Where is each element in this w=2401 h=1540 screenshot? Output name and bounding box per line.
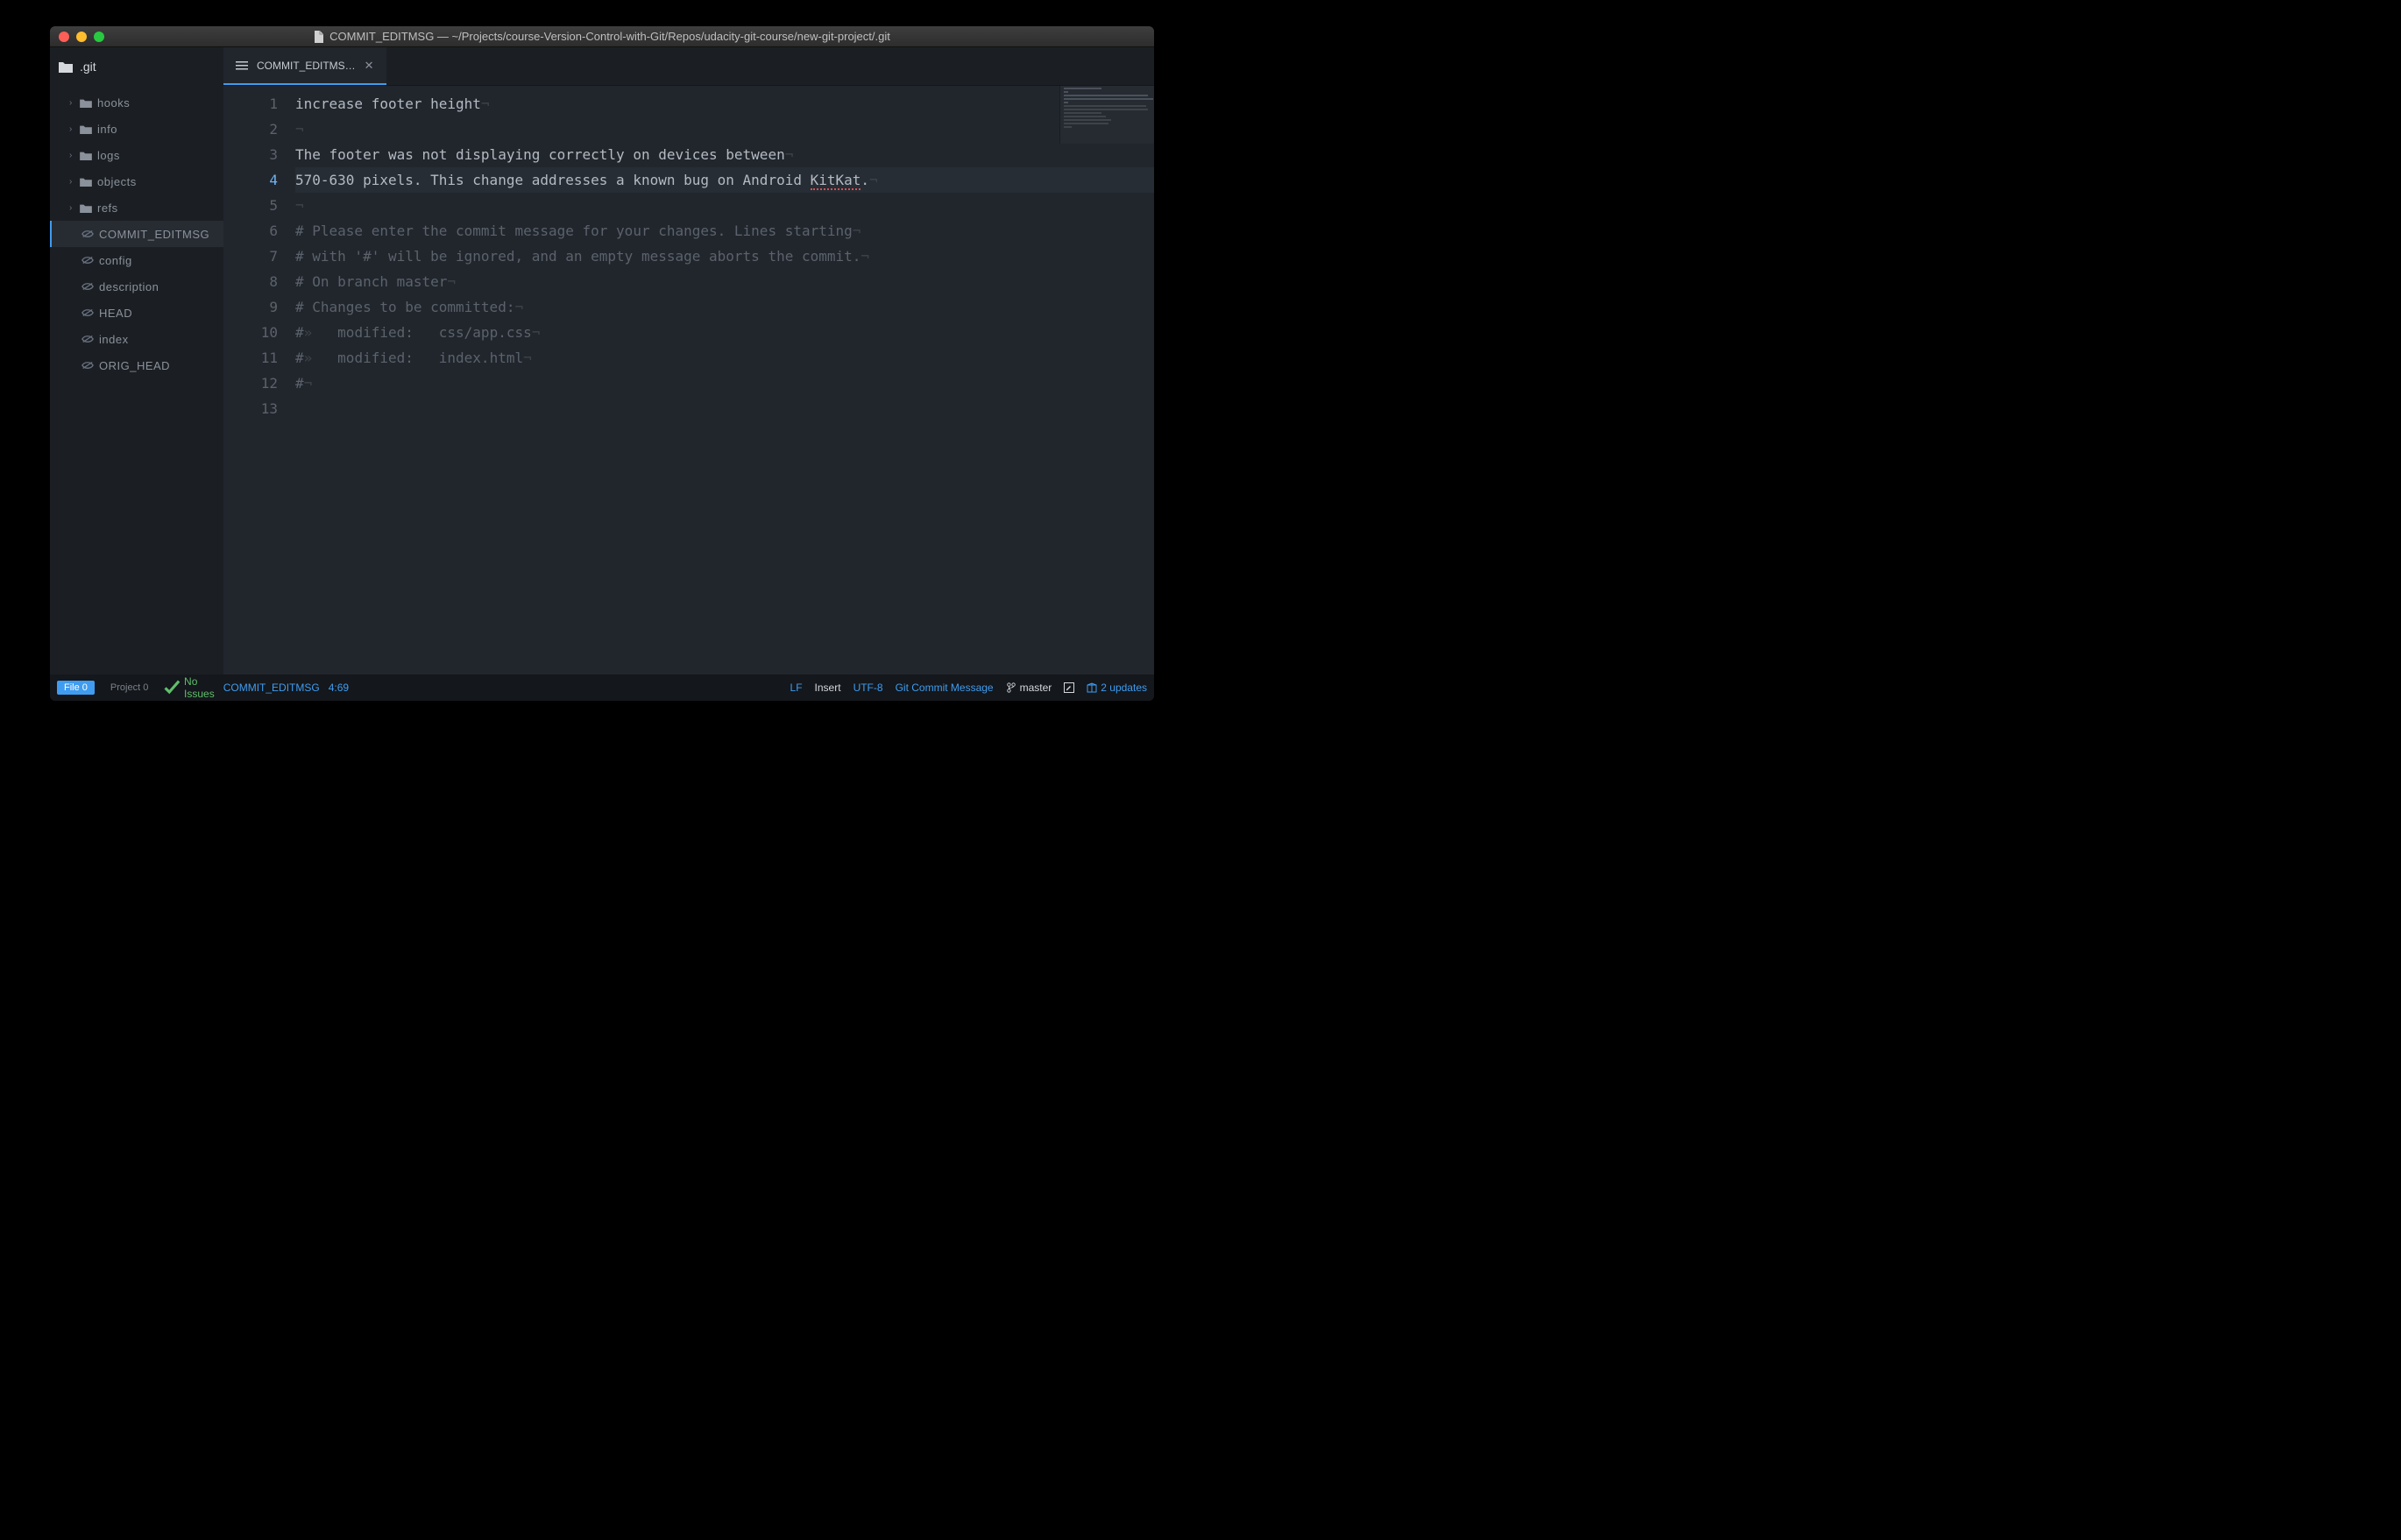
editor-area: COMMIT_EDITMS… ✕ 12345678910111213 incre… [223, 47, 1154, 675]
tree-file[interactable]: COMMIT_EDITMSG [50, 221, 223, 247]
tree-label: hooks [97, 96, 130, 109]
hidden-file-icon [81, 255, 94, 265]
folder-icon [80, 176, 92, 187]
tab-label: COMMIT_EDITMS… [257, 60, 356, 72]
code-line[interactable] [295, 396, 1154, 421]
tree-file[interactable]: index [50, 326, 223, 352]
chevron-right-icon: › [69, 203, 74, 213]
status-issues[interactable]: No Issues [164, 675, 214, 700]
file-tree: › hooks › info › logs › objects › refs COMMIT_EDIT… [50, 86, 223, 378]
folder-icon [80, 124, 92, 134]
status-path[interactable]: COMMIT_EDITMSG [223, 682, 320, 694]
code-line[interactable]: ¬ [295, 117, 1154, 142]
folder-icon [80, 202, 92, 213]
status-file-scope[interactable]: File 0 [57, 681, 95, 695]
tree-file[interactable]: ORIG_HEAD [50, 352, 223, 378]
tree-folder[interactable]: › refs [50, 194, 223, 221]
tree-folder[interactable]: › info [50, 116, 223, 142]
editor[interactable]: 12345678910111213 increase footer height… [223, 86, 1154, 675]
tree-label: COMMIT_EDITMSG [99, 228, 209, 241]
tree-label: HEAD [99, 307, 132, 320]
status-encoding[interactable]: UTF-8 [853, 682, 883, 694]
minimap[interactable] [1059, 86, 1154, 144]
status-mode[interactable]: Insert [815, 682, 841, 694]
file-icon [314, 31, 324, 43]
line-gutter: 12345678910111213 [223, 86, 295, 675]
status-updates[interactable]: 2 updates [1087, 682, 1147, 694]
status-project-scope[interactable]: Project 0 [103, 681, 155, 695]
tree-file[interactable]: HEAD [50, 300, 223, 326]
code-line[interactable]: #» modified: css/app.css¬ [295, 320, 1154, 345]
code-line[interactable]: # Changes to be committed:¬ [295, 294, 1154, 320]
tree-folder[interactable]: › logs [50, 142, 223, 168]
code-line[interactable]: #» modified: index.html¬ [295, 345, 1154, 371]
code-line[interactable]: # On branch master¬ [295, 269, 1154, 294]
hidden-file-icon [81, 307, 94, 318]
project-root[interactable]: .git [50, 47, 223, 86]
close-tab-icon[interactable]: ✕ [365, 59, 374, 73]
code-line[interactable]: # Please enter the commit message for yo… [295, 218, 1154, 244]
sidebar: .git › hooks › info › logs › objects › refs COMMIT… [50, 47, 223, 675]
tab-commit-editmsg[interactable]: COMMIT_EDITMS… ✕ [223, 47, 386, 85]
chevron-right-icon: › [69, 177, 74, 187]
code-line[interactable]: #¬ [295, 371, 1154, 396]
tree-folder[interactable]: › hooks [50, 89, 223, 116]
hidden-file-icon [81, 334, 94, 344]
tree-label: config [99, 254, 132, 267]
tab-bar: COMMIT_EDITMS… ✕ [223, 47, 1154, 86]
code-line[interactable]: increase footer height¬ [295, 91, 1154, 117]
folder-icon [59, 60, 73, 73]
tree-label: info [97, 123, 117, 136]
status-branch[interactable]: master [1006, 682, 1052, 694]
status-eol[interactable]: LF [790, 682, 803, 694]
check-icon [164, 680, 181, 696]
chevron-right-icon: › [69, 98, 74, 108]
tree-label: objects [97, 175, 137, 188]
tree-label: description [99, 280, 159, 293]
app-window: COMMIT_EDITMSG — ~/Projects/course-Versi… [50, 26, 1154, 701]
pencil-box-icon[interactable] [1064, 682, 1074, 693]
status-cursor-position[interactable]: 4:69 [329, 682, 349, 694]
project-root-label: .git [80, 60, 96, 74]
hidden-file-icon [81, 229, 94, 239]
folder-icon [80, 150, 92, 160]
hidden-file-icon [81, 281, 94, 292]
file-lines-icon [236, 60, 248, 71]
window-title-text: COMMIT_EDITMSG — ~/Projects/course-Versi… [329, 30, 890, 43]
tree-label: logs [97, 149, 120, 162]
code-line[interactable]: ¬ [295, 193, 1154, 218]
code-line[interactable]: The footer was not displaying correctly … [295, 142, 1154, 167]
tree-label: refs [97, 201, 118, 215]
status-grammar[interactable]: Git Commit Message [896, 682, 994, 694]
tree-file[interactable]: description [50, 273, 223, 300]
tree-folder[interactable]: › objects [50, 168, 223, 194]
tree-label: ORIG_HEAD [99, 359, 170, 372]
folder-icon [80, 97, 92, 108]
hidden-file-icon [81, 360, 94, 371]
status-bar: File 0 Project 0 No Issues COMMIT_EDITMS… [50, 675, 1154, 701]
code-line[interactable]: # with '#' will be ignored, and an empty… [295, 244, 1154, 269]
git-branch-icon [1006, 682, 1016, 693]
titlebar[interactable]: COMMIT_EDITMSG — ~/Projects/course-Versi… [50, 26, 1154, 47]
window-title: COMMIT_EDITMSG — ~/Projects/course-Versi… [50, 30, 1154, 43]
tree-label: index [99, 333, 129, 346]
tree-file[interactable]: config [50, 247, 223, 273]
chevron-right-icon: › [69, 151, 74, 160]
code-area[interactable]: increase footer height¬¬The footer was n… [295, 86, 1154, 675]
package-icon [1087, 682, 1097, 693]
code-line[interactable]: 570-630 pixels. This change addresses a … [295, 167, 1154, 193]
chevron-right-icon: › [69, 124, 74, 134]
